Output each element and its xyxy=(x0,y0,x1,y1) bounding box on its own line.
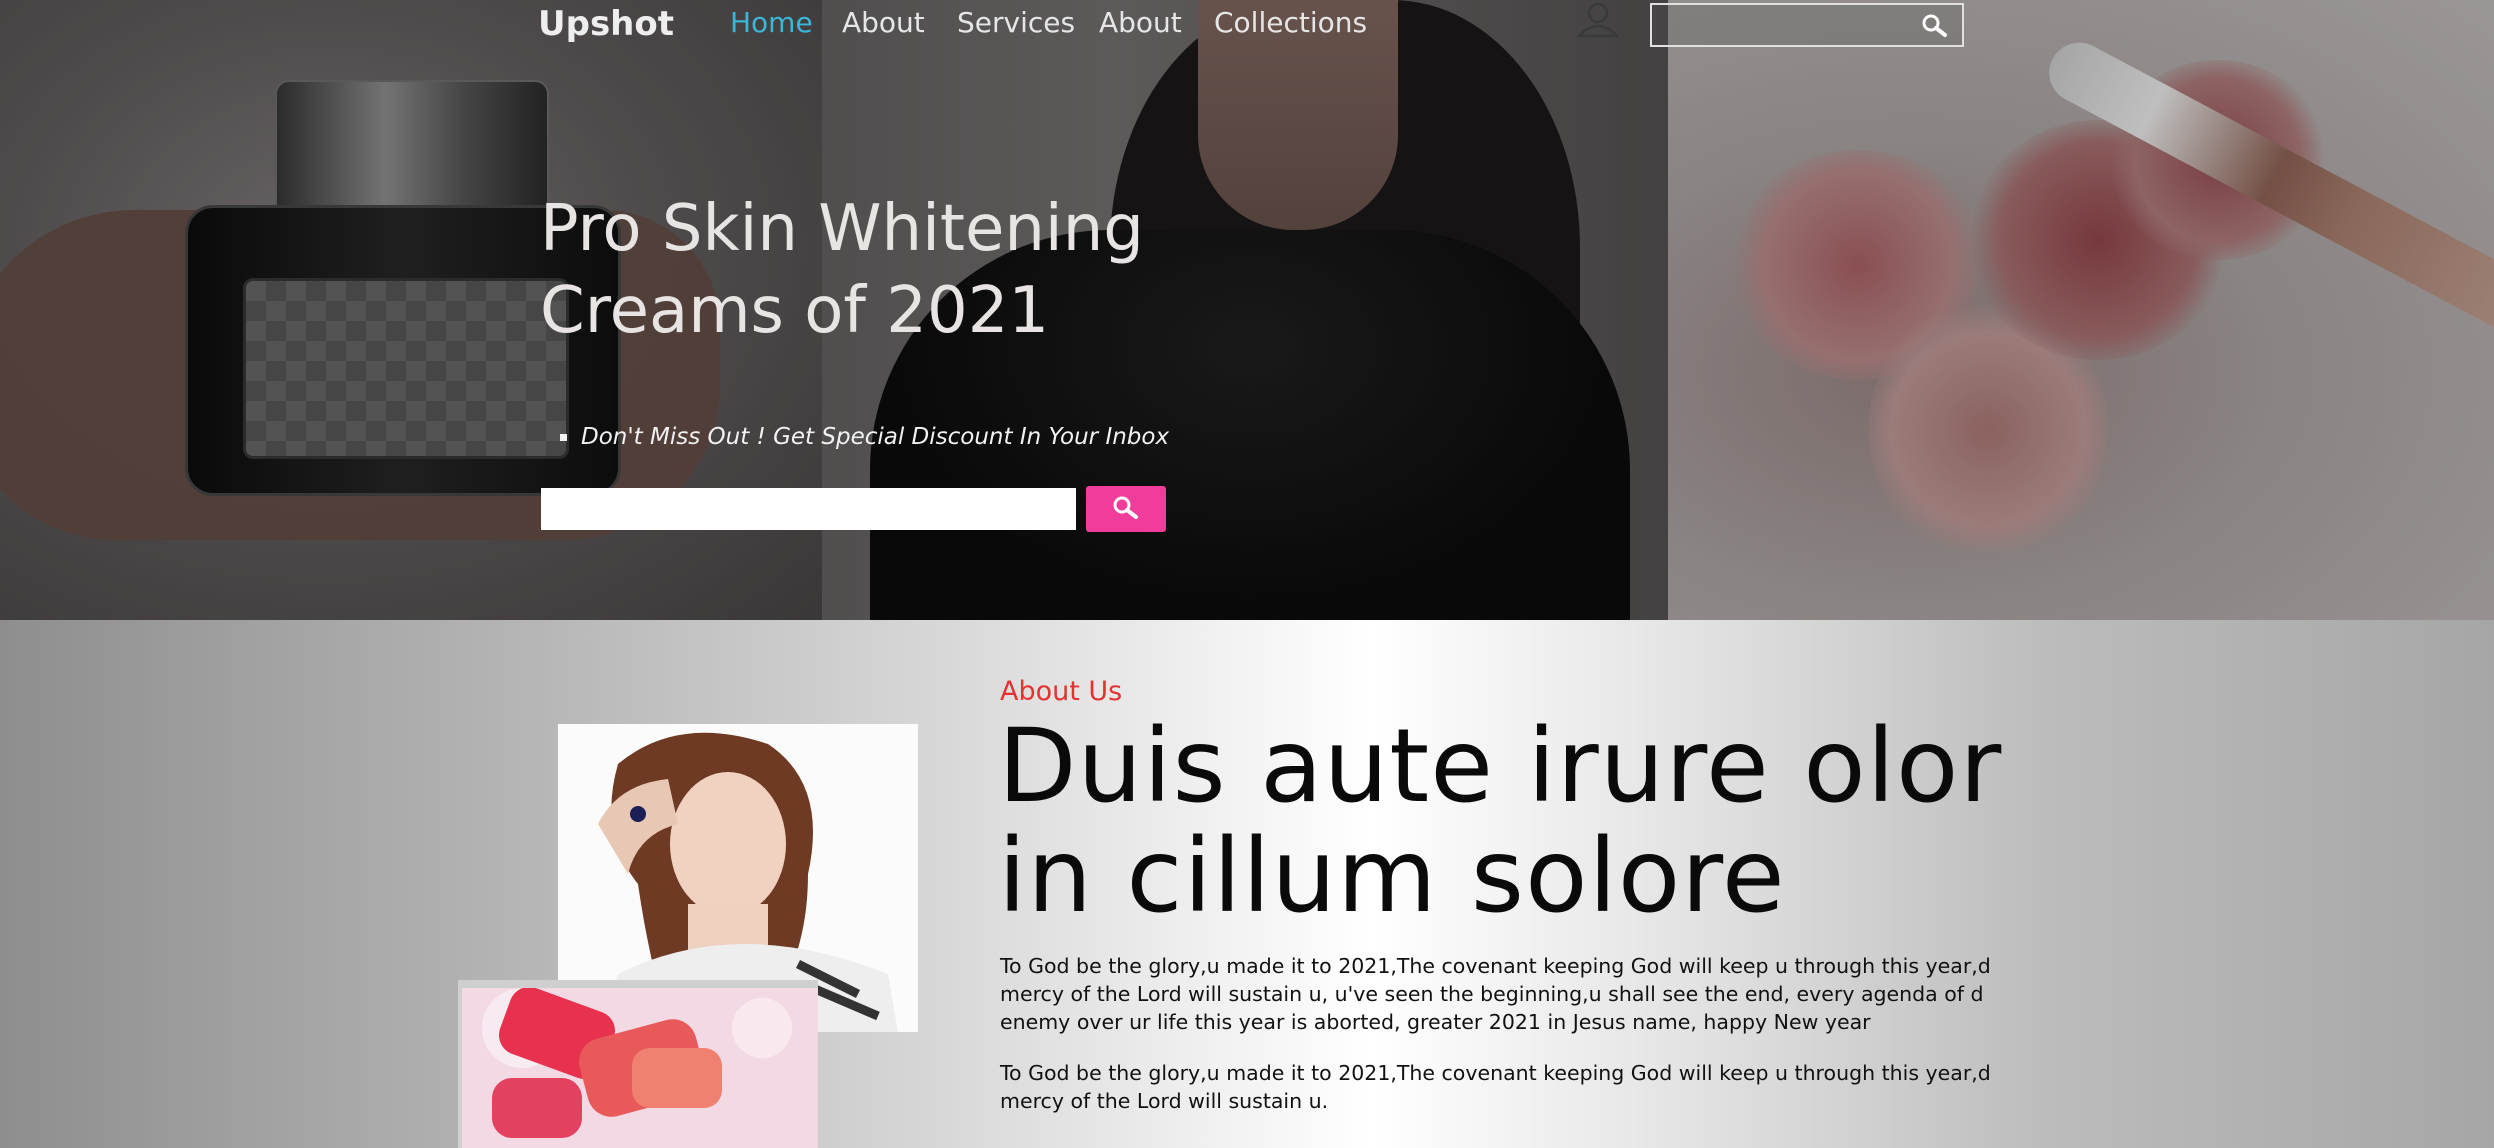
newsletter-submit-button[interactable] xyxy=(1086,486,1166,532)
lipstick-image xyxy=(462,988,818,1148)
nav-link-collections[interactable]: Collections xyxy=(1214,6,1367,39)
user-icon[interactable] xyxy=(1576,2,1620,38)
about-paragraph: To God be the glory,u made it to 2021,Th… xyxy=(1000,954,1991,1034)
hero-banner: Pro Skin Whitening Creams of 2021 Don't … xyxy=(0,0,2494,620)
about-paragraph: To God be the glory,u made it to 2021,Th… xyxy=(1000,1061,1991,1113)
nav-link-about-2[interactable]: About xyxy=(1099,6,1182,39)
bullet-icon xyxy=(560,434,567,441)
top-navigation: Upshot Home About Services About Collect… xyxy=(0,0,2494,52)
about-heading: Duis aute irure olor in cillum solore xyxy=(998,707,2003,936)
search-icon xyxy=(1113,496,1138,519)
header-search-input[interactable] xyxy=(1660,11,1894,43)
nav-link-home[interactable]: Home xyxy=(730,6,813,39)
hero-overlay xyxy=(0,0,2494,620)
hero-subtitle-text: Don't Miss Out ! Get Special Discount In… xyxy=(581,424,1170,450)
about-photo-lipstick xyxy=(458,980,818,1148)
hero-subtitle: Don't Miss Out ! Get Special Discount In… xyxy=(560,424,1169,450)
about-label: About Us xyxy=(1000,676,1123,707)
site-logo[interactable]: Upshot xyxy=(538,4,674,44)
nav-link-about[interactable]: About xyxy=(842,6,925,39)
search-icon[interactable] xyxy=(1920,13,1950,39)
nav-link-services[interactable]: Services xyxy=(957,6,1075,39)
hero-title: Pro Skin Whitening Creams of 2021 xyxy=(540,192,1144,348)
newsletter-email-input[interactable] xyxy=(541,488,1076,530)
header-search-box[interactable] xyxy=(1650,3,1964,47)
